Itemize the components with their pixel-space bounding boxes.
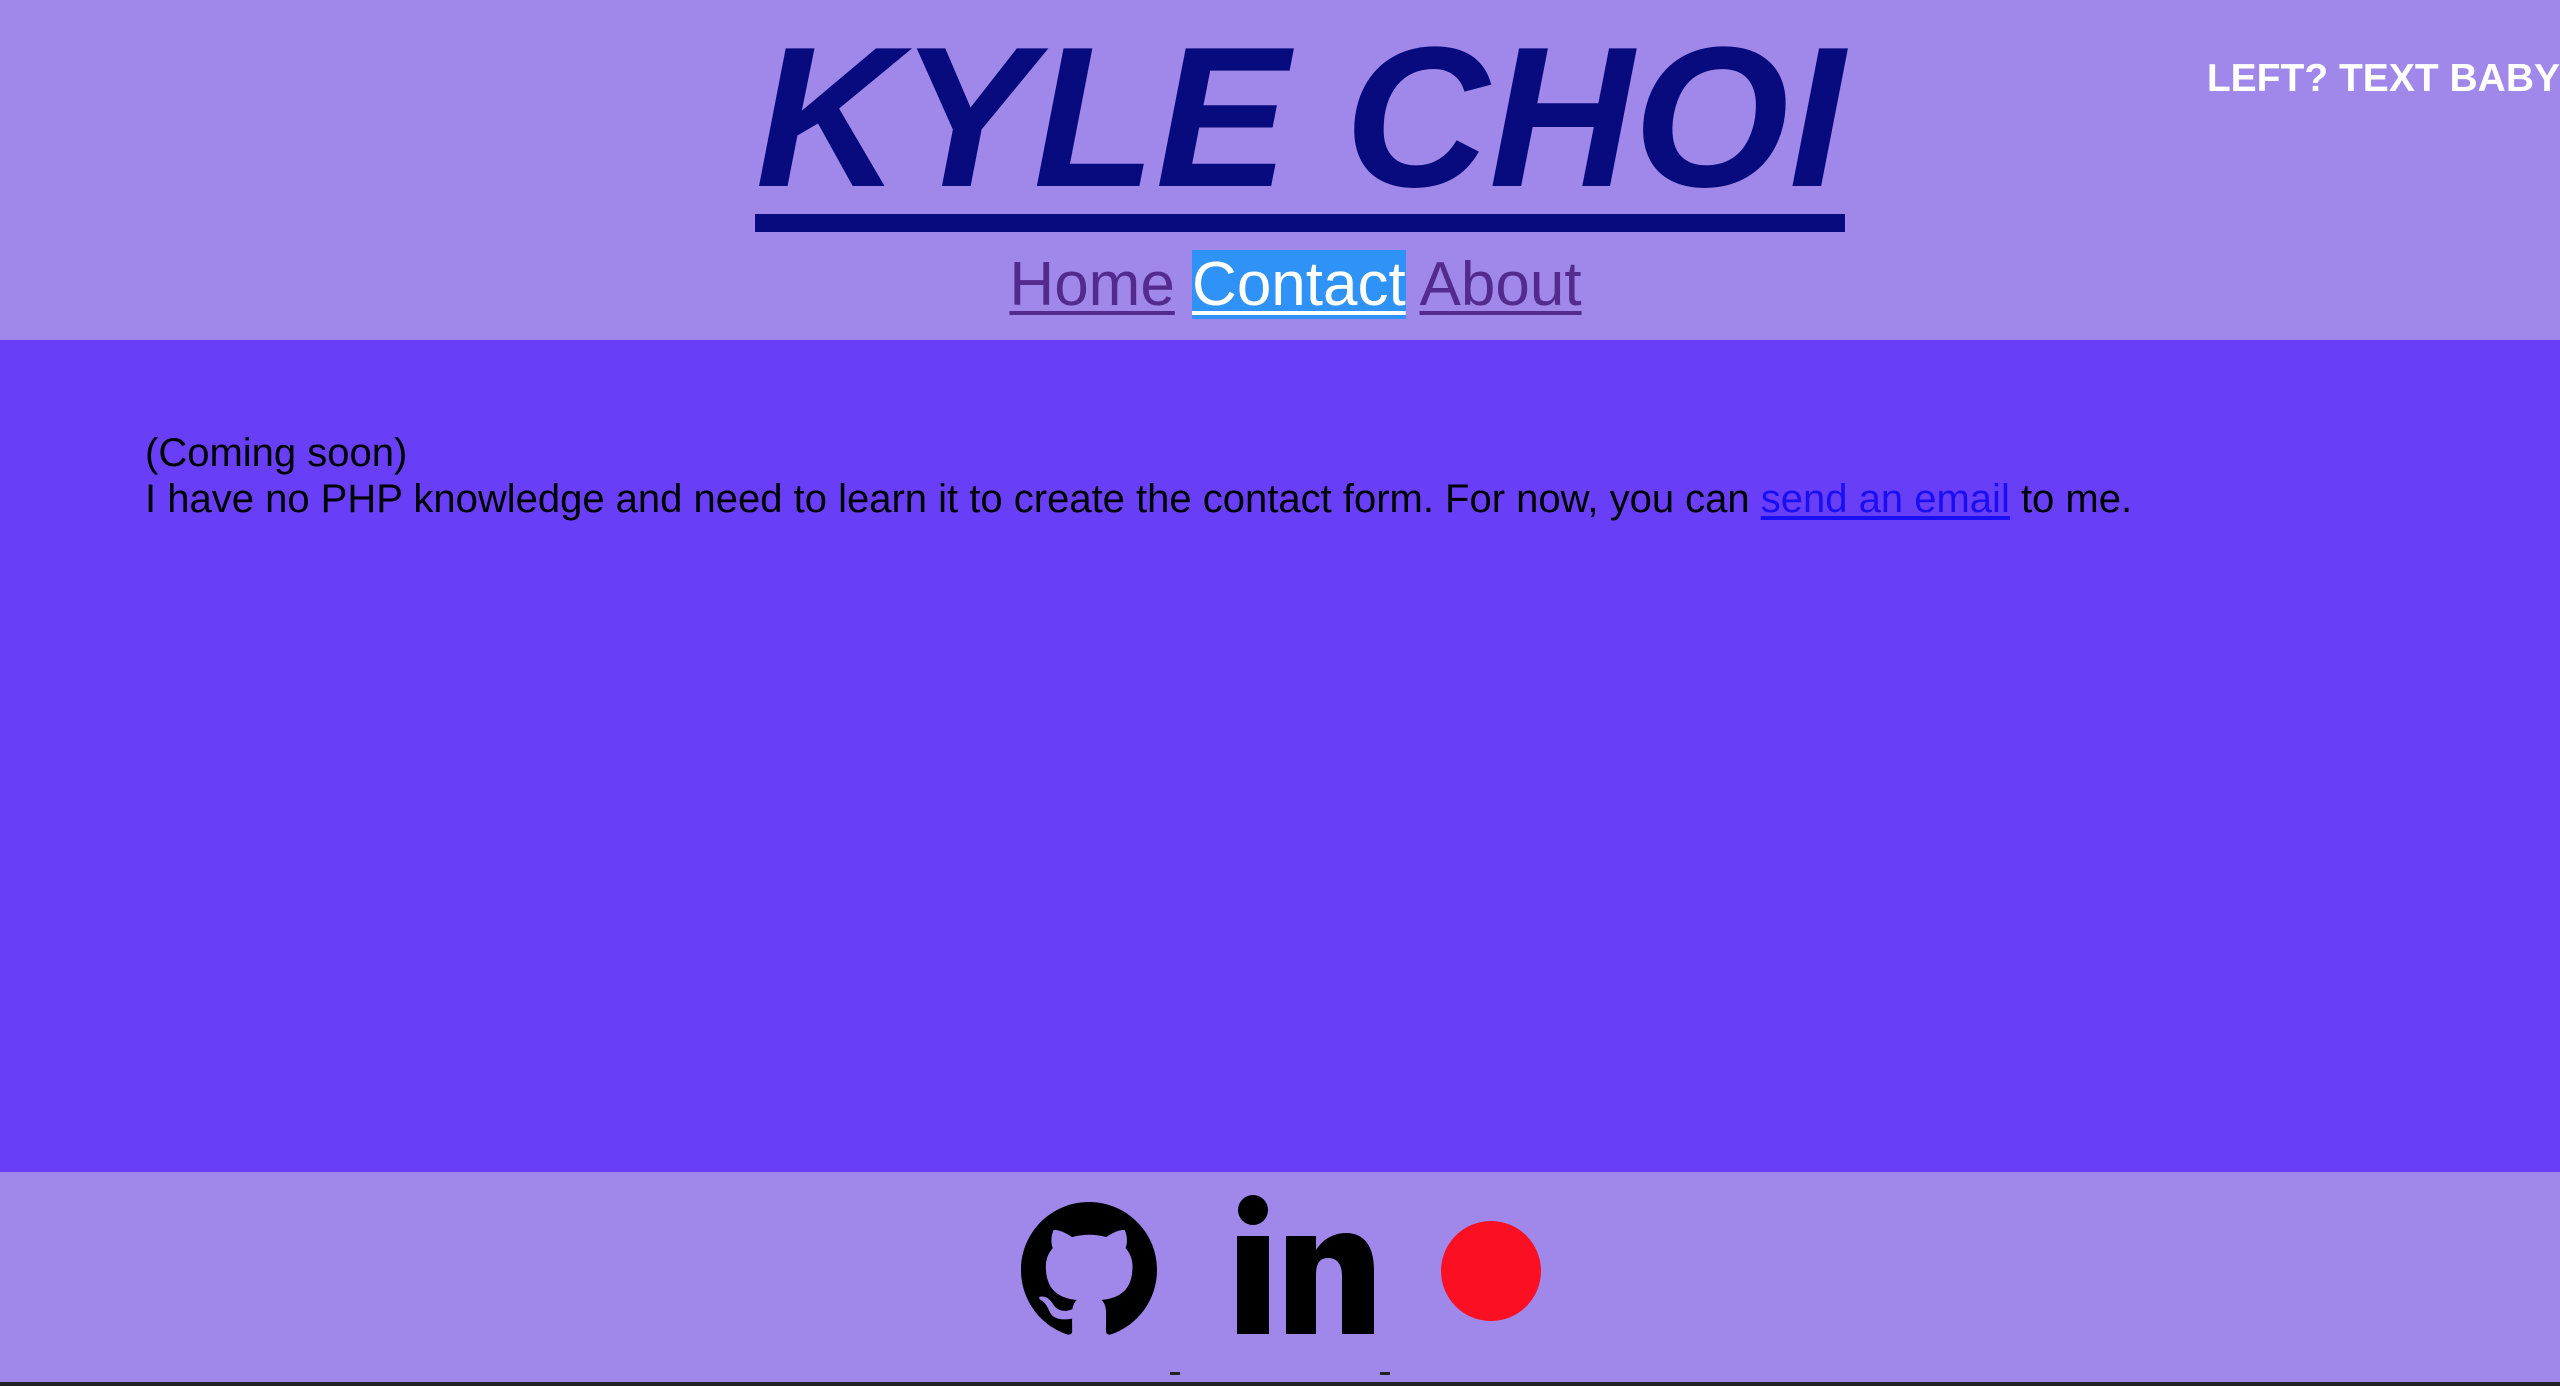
site-footer <box>0 1172 2560 1382</box>
github-icon <box>1021 1202 1157 1335</box>
red-circle-icon <box>1441 1221 1541 1321</box>
coming-soon-text: (Coming soon) <box>145 431 408 475</box>
paragraph-text-after: to me. <box>2009 477 2133 521</box>
contact-text: (Coming soon) I have no PHP knowledge an… <box>145 430 2132 522</box>
linkedin-icon <box>1237 1195 1374 1334</box>
link-underline-mark <box>1380 1372 1390 1375</box>
linkedin-link[interactable] <box>1228 1194 1374 1344</box>
page: KYLE CHOI LEFT? TEXT BABY Home Contact A… <box>0 0 2560 1386</box>
window-bottom-edge <box>0 1382 2560 1386</box>
site-header: KYLE CHOI LEFT? TEXT BABY Home Contact A… <box>0 0 2560 340</box>
record-link[interactable] <box>1440 1220 1542 1322</box>
main-content: (Coming soon) I have no PHP knowledge an… <box>0 340 2560 1172</box>
main-nav: Home Contact About <box>0 249 2560 321</box>
title-underline <box>755 214 1845 232</box>
nav-home-link[interactable]: Home <box>1009 250 1174 319</box>
github-link[interactable] <box>1021 1202 1157 1338</box>
link-underline-mark <box>1170 1372 1180 1375</box>
nav-contact-link[interactable]: Contact <box>1192 250 1406 319</box>
send-email-link[interactable]: send an email <box>1761 477 2010 521</box>
contact-paragraph: I have no PHP knowledge and need to lear… <box>145 476 2132 522</box>
paragraph-text-before: I have no PHP knowledge and need to lear… <box>145 477 1761 521</box>
nav-about-link[interactable]: About <box>1420 250 1582 319</box>
site-title-link[interactable]: KYLE CHOI <box>0 18 2560 218</box>
corner-text: LEFT? TEXT BABY <box>2206 57 2560 100</box>
